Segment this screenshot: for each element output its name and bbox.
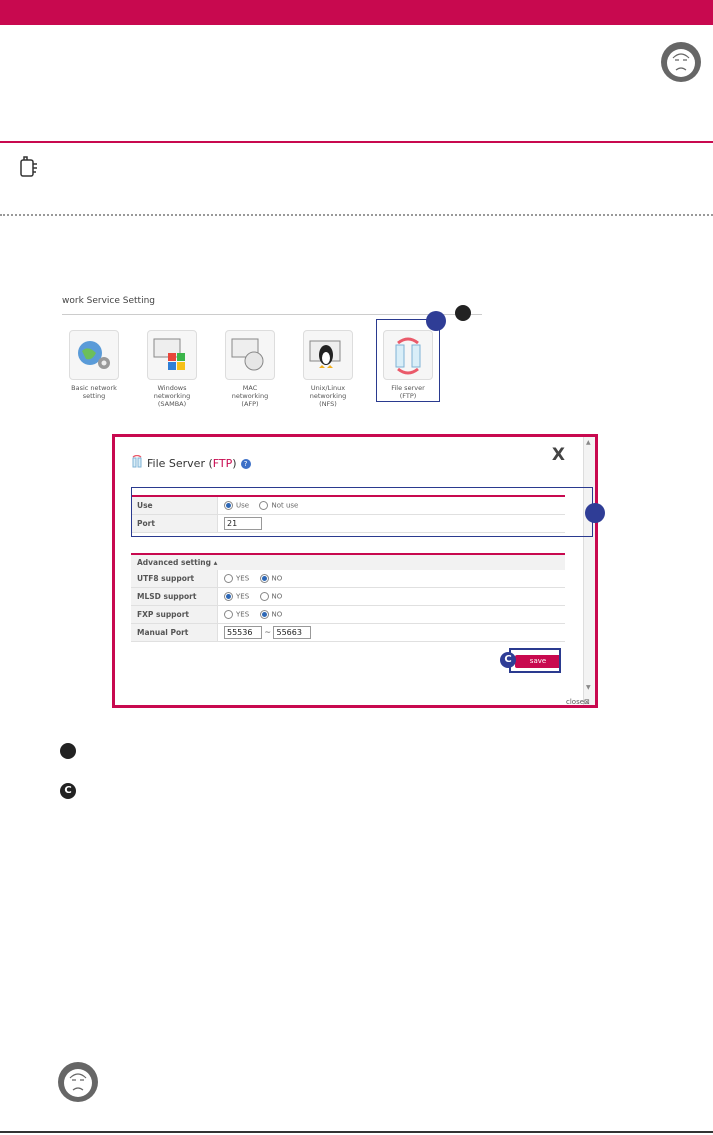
no-label: NO (271, 592, 283, 601)
service-label: Windows networking (SAMBA) (153, 384, 191, 408)
service-label: Unix/Linux networking (NFS) (309, 384, 347, 408)
top-bar (0, 0, 713, 25)
close-label: close (566, 698, 585, 706)
scroll-up-icon[interactable]: ▲ (586, 439, 591, 446)
fxp-yes-radio[interactable] (224, 610, 233, 620)
fxp-yes-option[interactable]: YES (224, 610, 250, 620)
utf8-no-radio[interactable] (259, 574, 269, 584)
bottom-rule (0, 1131, 713, 1133)
yes-label: YES (236, 574, 250, 583)
table-row: FXP support YES NO (131, 605, 565, 624)
globe-gear-icon (69, 330, 119, 380)
close-icon[interactable]: X (552, 445, 565, 465)
port-range-separator: ~ (264, 627, 272, 637)
advanced-settings-table: UTF8 support YES NO MLSD support YES NO … (131, 570, 565, 642)
no-label: NO (271, 574, 283, 583)
dialog-title: File Server (FTP) ? (131, 454, 251, 472)
manual-port-to-input[interactable]: 55663 (273, 626, 312, 639)
marker-c-note: C (60, 783, 76, 799)
face-icon (661, 42, 701, 82)
mlsd-label: MLSD support (131, 587, 218, 606)
use-port-highlight-frame (131, 487, 593, 537)
utf8-no-option[interactable]: NO (259, 574, 283, 584)
fxp-label: FXP support (131, 605, 218, 624)
utf8-yes-option[interactable]: YES (224, 574, 250, 584)
network-service-title: work Service Setting (62, 296, 155, 306)
manual-port-label: Manual Port (131, 623, 218, 642)
service-label: Basic network setting (71, 384, 117, 400)
help-icon[interactable]: ? (240, 458, 251, 469)
yes-label: YES (236, 610, 250, 619)
face-icon (58, 1062, 98, 1102)
service-mac-afp[interactable]: MAC networking (AFP) (218, 330, 282, 408)
fxp-no-option[interactable]: NO (259, 610, 283, 620)
service-basic-network[interactable]: Basic network setting (62, 330, 126, 400)
service-unix-nfs[interactable]: Unix/Linux networking (NFS) (296, 330, 360, 408)
ftp-small-icon (131, 454, 143, 472)
service-windows-samba[interactable]: Windows networking (SAMBA) (140, 330, 204, 408)
mlsd-no-option[interactable]: NO (259, 592, 283, 602)
fxp-no-radio[interactable] (259, 610, 269, 620)
dotted-divider (0, 214, 713, 216)
dialog-scrollbar[interactable]: ▲ ▼ (583, 437, 595, 705)
manual-port-from-input[interactable]: 55536 (224, 626, 262, 639)
mac-networking-icon (225, 330, 275, 380)
ftp-selection-frame (376, 319, 440, 402)
advanced-setting-header[interactable]: Advanced setting ▴ (131, 553, 565, 570)
service-label: MAC networking (AFP) (231, 384, 269, 408)
utf8-yes-radio[interactable] (224, 574, 233, 584)
dialog-title-prefix: File Server ( (147, 457, 213, 470)
dialog-title-suffix: ) (232, 457, 237, 470)
scroll-down-icon[interactable]: ▼ (586, 684, 591, 691)
table-row: UTF8 support YES NO (131, 570, 565, 588)
dialog-close-link[interactable]: close⊠ (566, 698, 590, 706)
linux-penguin-icon (303, 330, 353, 380)
panel-divider (62, 314, 482, 315)
save-highlight-frame (509, 648, 561, 673)
mlsd-yes-radio[interactable] (224, 592, 233, 602)
no-label: NO (271, 610, 283, 619)
mlsd-yes-option[interactable]: YES (224, 592, 250, 602)
marker-a (426, 311, 446, 331)
marker-a-note (60, 743, 76, 759)
table-row: MLSD support YES NO (131, 587, 565, 606)
pointing-hand-icon (18, 156, 38, 182)
mlsd-no-radio[interactable] (259, 592, 269, 602)
utf8-label: UTF8 support (131, 570, 218, 588)
yes-label: YES (236, 592, 250, 601)
windows-networking-icon (147, 330, 197, 380)
dialog-title-ftp: FTP (212, 457, 233, 470)
marker-a-ref (455, 305, 471, 321)
section-rule (0, 141, 713, 143)
table-row: Manual Port 55536 ~ 55663 (131, 623, 565, 642)
marker-b (585, 503, 605, 523)
marker-c: C (500, 652, 516, 668)
